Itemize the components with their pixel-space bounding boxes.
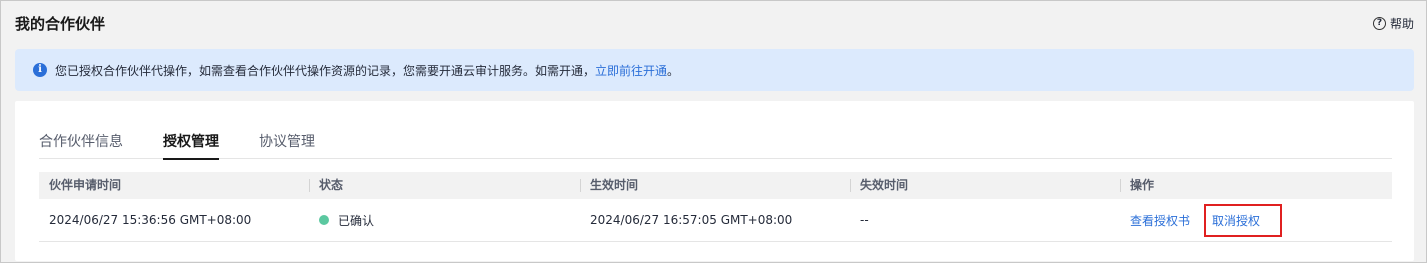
- page-header: 我的合作伙伴 ? 帮助: [15, 11, 1414, 35]
- cell-expire-time: --: [860, 213, 869, 227]
- authorization-table: 伙伴申请时间 状态 生效时间 失效时间 操作 2024/06/27 15:36:…: [39, 172, 1392, 242]
- help-button[interactable]: ? 帮助: [1372, 15, 1414, 32]
- window-frame: 我的合作伙伴 ? 帮助 i 您已授权合作伙伴代操作，如需查看合作伙伴代操作资源的…: [0, 0, 1427, 263]
- cell-apply-time: 2024/06/27 15:36:56 GMT+08:00: [49, 213, 252, 227]
- table-row: 2024/06/27 15:36:56 GMT+08:00 已确认 2024/0…: [39, 199, 1392, 242]
- cancel-authorization-link[interactable]: 取消授权: [1204, 203, 1283, 237]
- column-header-actions: 操作: [1120, 172, 1392, 199]
- status-dot-icon: [319, 215, 329, 225]
- notice-text: 您已授权合作伙伴代操作，如需查看合作伙伴代操作资源的记录，您需要开通云审计服务。…: [55, 62, 679, 79]
- table-header: 伙伴申请时间 状态 生效时间 失效时间 操作: [39, 172, 1392, 199]
- page-title: 我的合作伙伴: [15, 14, 106, 33]
- tab-agreement-management[interactable]: 协议管理: [259, 119, 315, 159]
- enable-audit-link[interactable]: 立即前往开通: [595, 64, 667, 78]
- content-card: 合作伙伴信息 授权管理 协议管理 伙伴申请时间 状态 生效时间 失效时间 操作 …: [15, 101, 1414, 261]
- tab-bar: 合作伙伴信息 授权管理 协议管理: [39, 119, 1392, 160]
- view-authorization-link[interactable]: 查看授权书: [1130, 212, 1190, 229]
- info-icon: i: [33, 63, 47, 77]
- column-header-status: 状态: [309, 172, 580, 199]
- column-header-apply-time: 伙伴申请时间: [49, 178, 122, 192]
- question-circle-icon: ?: [1372, 16, 1386, 30]
- tab-partner-info[interactable]: 合作伙伴信息: [39, 119, 123, 159]
- info-notice: i 您已授权合作伙伴代操作，如需查看合作伙伴代操作资源的记录，您需要开通云审计服…: [15, 49, 1414, 91]
- cell-effective-time: 2024/06/27 16:57:05 GMT+08:00: [590, 213, 793, 227]
- column-header-expire-time: 失效时间: [850, 172, 1120, 199]
- notice-suffix: 。: [667, 63, 680, 78]
- tab-authorization-management[interactable]: 授权管理: [163, 119, 219, 160]
- cell-actions: 查看授权书 取消授权: [1120, 203, 1392, 237]
- cell-status: 已确认: [309, 212, 580, 229]
- help-label: 帮助: [1389, 16, 1414, 31]
- notice-message: 您已授权合作伙伴代操作，如需查看合作伙伴代操作资源的记录，您需要开通云审计服务。…: [55, 63, 596, 78]
- status-text: 已确认: [338, 213, 375, 228]
- column-header-effective-time: 生效时间: [580, 172, 850, 199]
